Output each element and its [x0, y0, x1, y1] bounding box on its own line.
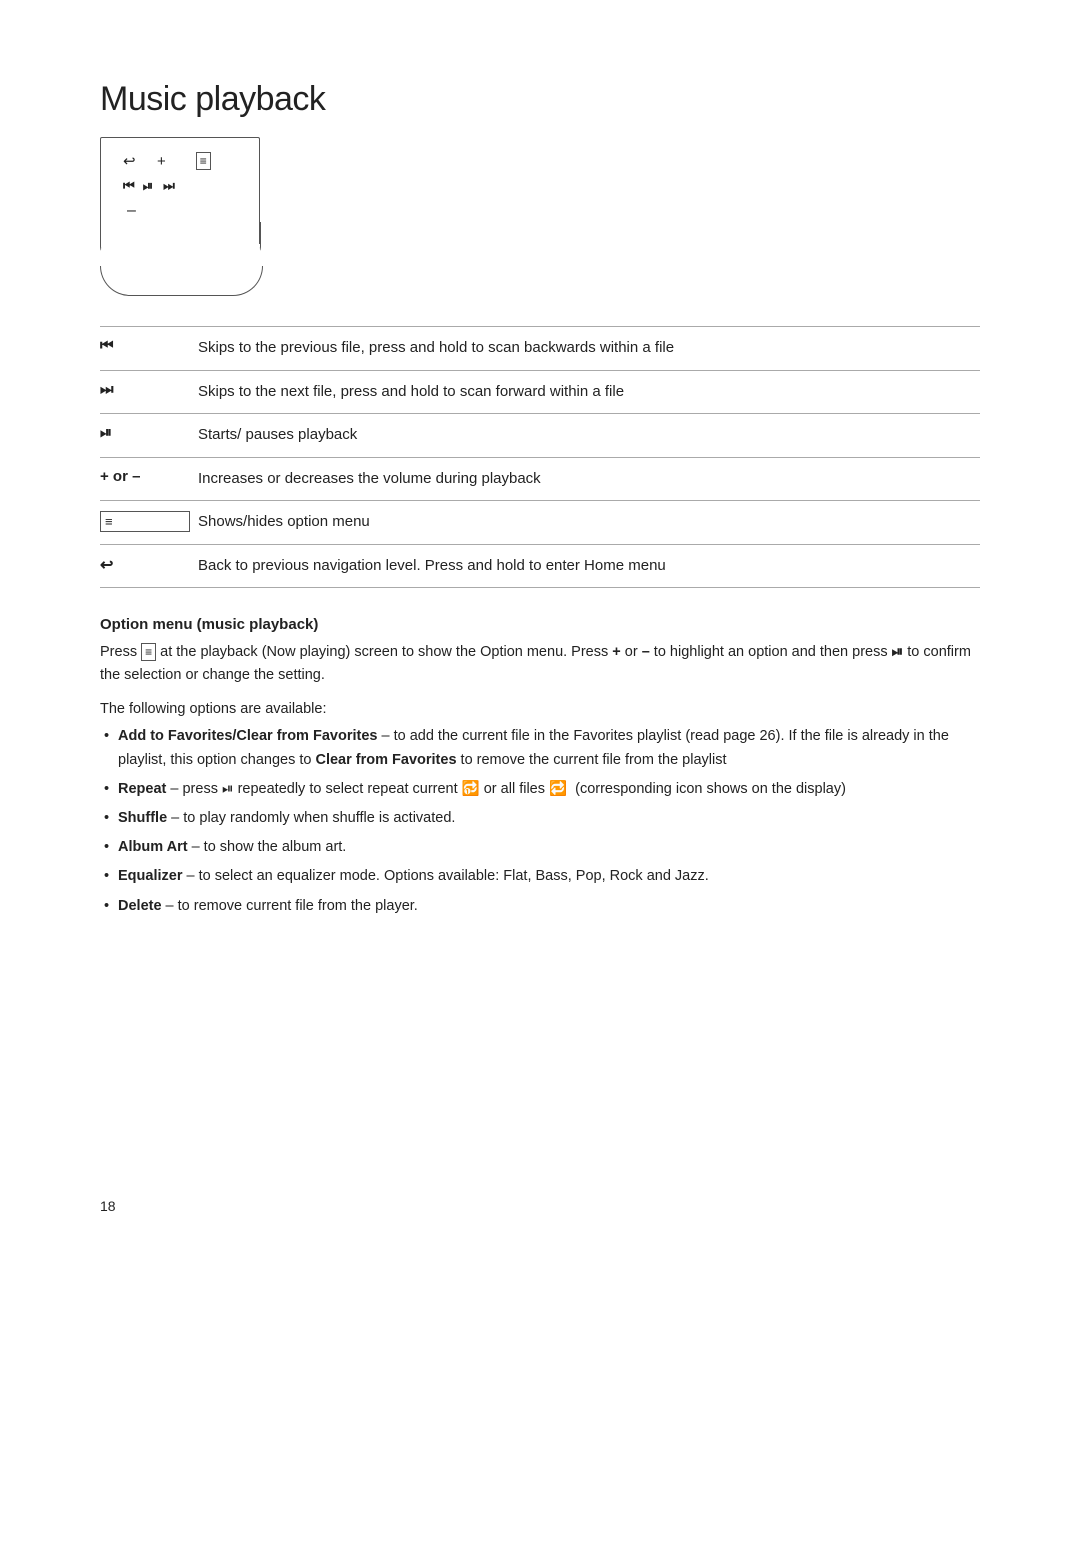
option-menu-title: Option menu (music playback): [100, 616, 980, 633]
control-symbol-menu: ≡: [100, 511, 190, 532]
control-row-next: ⏭ Skips to the next file, press and hold…: [100, 370, 980, 414]
control-symbol-play: ⏯: [100, 414, 190, 458]
play-icon-inline: ⏯: [892, 644, 904, 660]
control-desc-back: Back to previous navigation level. Press…: [190, 544, 980, 588]
control-row-volume: + or – Increases or decreases the volume…: [100, 457, 980, 501]
option-menu-description: Press ≡ at the playback (Now playing) sc…: [100, 641, 980, 687]
control-row-play: ⏯ Starts/ pauses playback: [100, 414, 980, 458]
menu-icon-inline: ≡: [141, 643, 156, 661]
control-desc-play: Starts/ pauses playback: [190, 414, 980, 458]
page-number: 18: [100, 1198, 980, 1214]
back-symbol: ↩: [123, 152, 151, 170]
device-diagram: ↩ + ≡ ⏮ ⏯ ⏭ –: [100, 137, 980, 296]
control-row-prev: ⏮ Skips to the previous file, press and …: [100, 327, 980, 371]
control-symbol-back: ↩: [100, 544, 190, 588]
option-shuffle: Shuffle – to play randomly when shuffle …: [118, 807, 980, 830]
control-symbol-volume: + or –: [100, 457, 190, 501]
prev-symbol-diagram: ⏮: [123, 178, 133, 194]
option-menu-section: Option menu (music playback) Press ≡ at …: [100, 616, 980, 918]
minus-symbol-diagram: –: [127, 202, 136, 219]
control-desc-next: Skips to the next file, press and hold t…: [190, 370, 980, 414]
control-desc-menu: Shows/hides option menu: [190, 501, 980, 545]
control-desc-prev: Skips to the previous file, press and ho…: [190, 327, 980, 371]
option-album-art: Album Art – to show the album art.: [118, 836, 980, 859]
option-equalizer: Equalizer – to select an equalizer mode.…: [118, 865, 980, 888]
control-row-menu: ≡ Shows/hides option menu: [100, 501, 980, 545]
controls-table: ⏮ Skips to the previous file, press and …: [100, 326, 980, 588]
control-symbol-prev: ⏮: [100, 327, 190, 371]
control-symbol-next: ⏭: [100, 370, 190, 414]
menu-symbol: ≡: [196, 152, 211, 170]
next-symbol-diagram: ⏭: [163, 178, 173, 194]
control-row-back: ↩ Back to previous navigation level. Pre…: [100, 544, 980, 588]
available-options-label: The following options are available:: [100, 701, 980, 717]
plus-symbol: +: [157, 153, 166, 170]
play-symbol-diagram: ⏯: [143, 178, 153, 194]
control-desc-volume: Increases or decreases the volume during…: [190, 457, 980, 501]
options-list: Add to Favorites/Clear from Favorites – …: [100, 725, 980, 917]
option-favorites: Add to Favorites/Clear from Favorites – …: [118, 725, 980, 771]
page-title: Music playback: [100, 80, 980, 119]
option-delete: Delete – to remove current file from the…: [118, 895, 980, 918]
option-repeat: Repeat – press ⏯ repeatedly to select re…: [118, 778, 980, 801]
